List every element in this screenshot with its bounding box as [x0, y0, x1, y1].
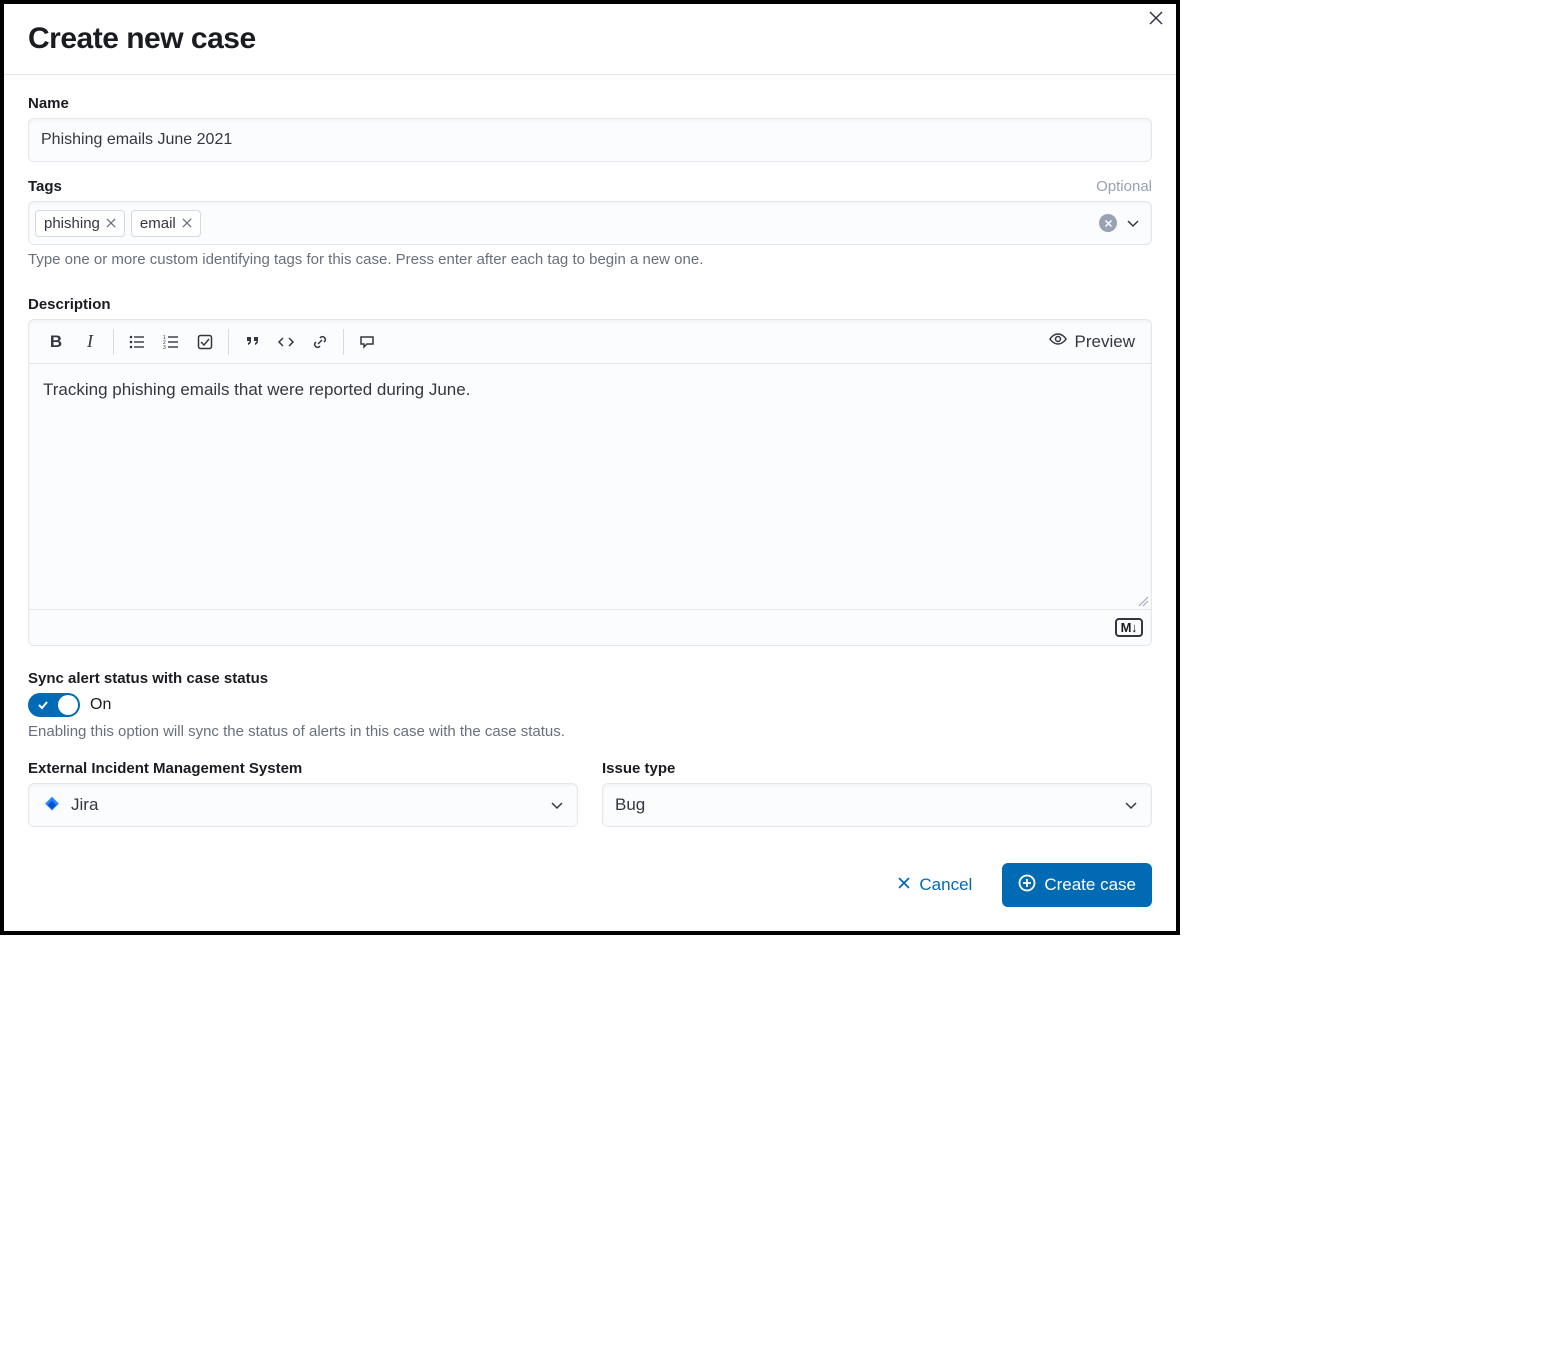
comment-button[interactable]: [350, 327, 384, 357]
checklist-button[interactable]: [188, 327, 222, 357]
issue-type-value: Bug: [615, 795, 645, 815]
tags-help: Type one or more custom identifying tags…: [28, 251, 1152, 268]
external-row: External Incident Management System Jira: [28, 760, 1152, 827]
jira-icon: [41, 794, 63, 816]
tag-label: email: [140, 215, 176, 232]
modal-title: Create new case: [28, 22, 1152, 56]
create-case-button[interactable]: Create case: [1002, 863, 1152, 907]
sync-label: Sync alert status with case status: [28, 670, 1152, 687]
clear-tags-icon[interactable]: [1099, 214, 1117, 232]
markdown-icon[interactable]: M↓: [1115, 618, 1143, 637]
toolbar-divider: [228, 329, 229, 355]
toolbar-divider: [343, 329, 344, 355]
tag-pill[interactable]: phishing: [35, 210, 125, 237]
remove-tag-icon[interactable]: [182, 215, 192, 232]
external-select[interactable]: Jira: [28, 783, 578, 827]
modal-create-case: Create new case Name Tags Optional phish…: [0, 0, 1180, 935]
close-icon[interactable]: [1148, 10, 1168, 30]
external-value: Jira: [71, 795, 98, 815]
chevron-down-icon: [549, 797, 565, 813]
name-field: Name: [28, 95, 1152, 162]
italic-button[interactable]: I: [73, 327, 107, 357]
description-field: Description B I 123: [28, 296, 1152, 646]
cancel-button[interactable]: Cancel: [881, 863, 988, 907]
tags-field: Tags Optional phishing email: [28, 178, 1152, 268]
remove-tag-icon[interactable]: [106, 215, 116, 232]
ordered-list-button[interactable]: 123: [154, 327, 188, 357]
bold-button[interactable]: B: [39, 327, 73, 357]
modal-header: Create new case: [4, 4, 1176, 75]
description-label: Description: [28, 296, 111, 313]
tags-optional: Optional: [1096, 178, 1152, 195]
quote-button[interactable]: [235, 327, 269, 357]
issue-type-label: Issue type: [602, 760, 675, 777]
toolbar-divider: [113, 329, 114, 355]
check-icon: [37, 698, 49, 716]
external-label: External Incident Management System: [28, 760, 302, 777]
eye-icon: [1049, 330, 1067, 353]
sync-toggle[interactable]: [28, 693, 80, 717]
sync-help: Enabling this option will sync the statu…: [28, 723, 1152, 740]
issue-type-select[interactable]: Bug: [602, 783, 1152, 827]
code-button[interactable]: [269, 327, 303, 357]
description-textarea[interactable]: [29, 364, 1151, 604]
chevron-down-icon[interactable]: [1125, 215, 1141, 231]
name-input[interactable]: [28, 118, 1152, 162]
plus-circle-icon: [1018, 874, 1036, 897]
svg-text:3: 3: [163, 345, 166, 350]
editor-footer: M↓: [29, 609, 1151, 645]
preview-label: Preview: [1075, 332, 1135, 352]
create-label: Create case: [1044, 875, 1136, 895]
sync-state-label: On: [90, 696, 111, 714]
modal-body: Name Tags Optional phishing: [4, 75, 1176, 931]
tags-label: Tags: [28, 178, 62, 195]
close-icon: [897, 875, 911, 895]
name-label: Name: [28, 95, 69, 112]
editor-toolbar: B I 123: [29, 320, 1151, 364]
preview-button[interactable]: Preview: [1043, 330, 1141, 353]
chevron-down-icon: [1123, 797, 1139, 813]
modal-footer: Cancel Create case: [28, 827, 1152, 907]
description-editor: B I 123: [28, 319, 1152, 646]
cancel-label: Cancel: [919, 875, 972, 895]
tag-pill[interactable]: email: [131, 210, 201, 237]
sync-section: Sync alert status with case status On En…: [28, 670, 1152, 740]
bullet-list-button[interactable]: [120, 327, 154, 357]
tag-label: phishing: [44, 215, 100, 232]
link-button[interactable]: [303, 327, 337, 357]
tags-input[interactable]: phishing email: [28, 201, 1152, 245]
